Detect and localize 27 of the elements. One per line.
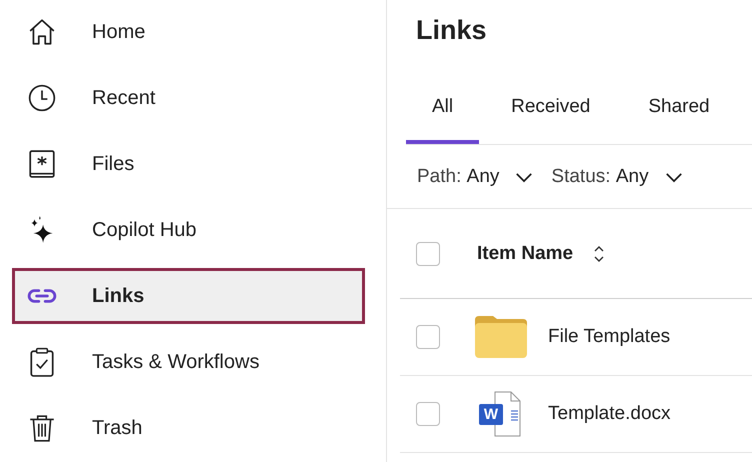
sidebar-item[interactable]: Home <box>12 4 365 60</box>
home-icon <box>27 17 57 47</box>
book-icon <box>27 149 57 179</box>
column-header[interactable]: Item Name <box>477 242 574 264</box>
filter-dropdown[interactable]: Path: Any <box>417 166 534 188</box>
tab[interactable]: All <box>406 86 480 144</box>
page-title: Links <box>416 14 488 47</box>
item-name[interactable]: Template.docx <box>548 403 671 425</box>
filter-dropdown[interactable]: Status: Any <box>551 166 683 188</box>
folder-icon <box>475 314 527 360</box>
chevron-down-icon <box>515 172 534 182</box>
sidebar-item[interactable]: Recent <box>12 70 365 126</box>
sidebar-item[interactable]: Copilot Hub <box>12 202 365 258</box>
sidebar-item[interactable]: Tasks & Workflows <box>12 334 365 390</box>
trash-icon <box>27 413 57 443</box>
sidebar-item[interactable]: Trash <box>12 400 365 456</box>
tab[interactable]: Received <box>485 86 616 144</box>
sidebar-item[interactable]: Links <box>12 268 365 324</box>
clock-icon <box>27 83 57 113</box>
chevron-down-icon <box>664 172 683 182</box>
select-all-checkbox[interactable] <box>416 242 440 266</box>
tab[interactable]: Shared <box>622 86 736 144</box>
item-name[interactable]: File Templates <box>548 326 670 348</box>
row-checkbox[interactable] <box>416 402 440 426</box>
sort-icon[interactable] <box>593 244 606 262</box>
sidebar-item[interactable]: Files <box>12 136 365 192</box>
row-checkbox[interactable] <box>416 325 440 349</box>
